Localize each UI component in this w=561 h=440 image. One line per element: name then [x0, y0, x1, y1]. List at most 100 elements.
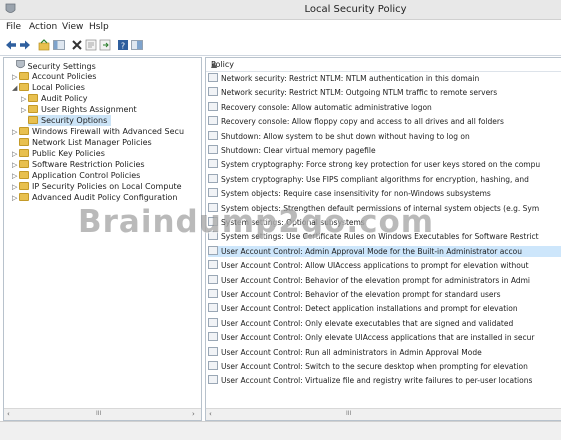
help-icon[interactable]: ? [117, 39, 129, 51]
list-horizontal-scrollbar[interactable]: ‹ III [206, 408, 561, 420]
properties-icon[interactable] [85, 39, 97, 51]
policy-row[interactable]: Recovery console: Allow automatic admini… [208, 101, 561, 113]
folder-icon [19, 193, 29, 201]
collapse-icon[interactable]: ◢ [12, 83, 19, 94]
policy-row[interactable]: User Account Control: Detect application… [208, 303, 561, 314]
policy-name: Recovery console: Allow floppy copy and … [221, 117, 504, 127]
tree-label: Security Options [41, 116, 108, 125]
tree-item-software-restriction[interactable]: ▷ Software Restriction Policies [12, 159, 145, 170]
show-hide-tree-icon[interactable] [53, 39, 65, 51]
tree-label: IP Security Policies on Local Compute [32, 182, 182, 191]
menu-bar: File Action View Hslp [0, 20, 561, 35]
policy-name: Shutdown: Clear virtual memory pagefile [221, 146, 376, 155]
tree-label: Local Policies [32, 83, 85, 92]
policy-row[interactable]: User Account Control: Virtualize file an… [208, 375, 561, 386]
policy-row[interactable]: User Account Control: Admin Approval Mod… [208, 245, 561, 257]
policy-name: Network security: Restrict NTLM: NTLM au… [221, 74, 480, 83]
folder-icon [19, 160, 29, 168]
policy-row[interactable]: Recovery console: Allow floppy copy and … [208, 116, 561, 127]
expand-icon[interactable]: ▷ [12, 127, 19, 138]
policy-icon [208, 361, 218, 370]
policy-name: User Account Control: Switch to the secu… [221, 362, 528, 371]
policy-name: User Account Control: Virtualize file an… [221, 376, 533, 386]
tree-item-audit-policy[interactable]: ▷ Audit Policy [21, 93, 88, 104]
folder-icon [19, 182, 29, 190]
scroll-thumb[interactable]: III [96, 410, 101, 417]
folder-icon [28, 105, 38, 113]
tree-item-advanced-audit[interactable]: ▷ Advanced Audit Policy Configuration [12, 192, 177, 203]
status-bar [0, 421, 561, 440]
policy-name: System cryptography: Force strong key pr… [221, 160, 541, 170]
policy-row[interactable]: Network security: Restrict NTLM: Outgoin… [208, 87, 561, 98]
expand-icon[interactable]: ▷ [21, 105, 28, 116]
policy-name: Recovery console: Allow automatic admini… [221, 102, 432, 112]
scroll-thumb[interactable]: III [346, 410, 351, 417]
tree-item-ip-security[interactable]: ▷ IP Security Policies on Local Compute [12, 181, 182, 192]
policy-icon [208, 274, 218, 284]
policy-icon [208, 73, 218, 82]
policy-row[interactable]: Shutdown: Allow system to be shut down w… [208, 130, 561, 142]
policy-name: User Account Control: Allow UIAccess app… [221, 261, 529, 271]
policy-row[interactable]: System cryptography: Use FIPS compliant … [208, 173, 561, 185]
tree-item-network-list-manager[interactable]: Network List Manager Policies [19, 137, 152, 148]
tree-item-security-options[interactable]: Security Options [28, 115, 112, 126]
tree-label: Windows Firewall with Advanced Secu [32, 127, 185, 136]
policy-row[interactable]: User Account Control: Allow UIAccess app… [208, 260, 561, 271]
tree-item-public-key-policies[interactable]: ▷ Public Key Policies [12, 148, 105, 159]
menu-help[interactable]: Hslp [89, 22, 109, 32]
svg-text:?: ? [121, 42, 125, 51]
policy-row[interactable]: Shutdown: Clear virtual memory pagefile [208, 145, 561, 156]
menu-file[interactable]: File [6, 22, 21, 32]
scroll-left-arrow[interactable]: ‹ [7, 410, 10, 418]
export-list-icon[interactable] [99, 39, 111, 51]
folder-icon [28, 116, 38, 124]
tree-horizontal-scrollbar[interactable]: ‹ III › [4, 408, 201, 420]
tree-item-local-policies[interactable]: ◢ Local Policies [12, 82, 85, 93]
tree-item-application-control[interactable]: ▷ Application Control Policies [12, 170, 140, 181]
policy-icon [208, 346, 218, 356]
policy-icon [208, 116, 218, 126]
scroll-left-arrow[interactable]: ‹ [209, 410, 212, 418]
tree-label: Application Control Policies [32, 171, 141, 180]
scroll-right-arrow[interactable]: › [192, 410, 195, 418]
policy-row[interactable]: User Account Control: Behavior of the el… [208, 274, 561, 286]
policy-name: User Account Control: Detect application… [221, 304, 518, 314]
tree-label: Network List Manager Policies [32, 138, 152, 147]
folder-icon [19, 127, 29, 135]
back-arrow-icon[interactable] [5, 39, 17, 51]
mmc-view-icon[interactable] [131, 39, 143, 51]
policy-name: System objects: Require case insensitivi… [221, 189, 491, 199]
delete-icon[interactable] [71, 39, 83, 51]
policy-name: Network security: Restrict NTLM: Outgoin… [221, 88, 498, 98]
policy-name: User Account Control: Only elevate execu… [221, 318, 514, 328]
tree-item-account-policies[interactable]: ▷ Account Policies [12, 71, 96, 82]
folder-icon [28, 94, 38, 102]
menu-action[interactable]: Action [29, 22, 57, 32]
tree-label: Audit Policy [41, 94, 88, 103]
tree-label: Public Key Policies [32, 149, 105, 158]
forward-arrow-icon[interactable] [19, 39, 31, 51]
menu-view[interactable]: View [62, 22, 83, 32]
policy-row[interactable]: Network security: Restrict NTLM: NTLM au… [208, 73, 561, 84]
policy-row[interactable]: System cryptography: Force strong key pr… [208, 159, 561, 170]
tree-item-security-settings[interactable]: Security Settings [6, 60, 96, 71]
tree-label: Software Restriction Policies [32, 160, 145, 169]
tree-item-windows-firewall[interactable]: ▷ Windows Firewall with Advanced Secu [12, 126, 184, 137]
expand-icon[interactable]: ▷ [12, 193, 19, 204]
policy-row[interactable]: User Account Control: Switch to the secu… [208, 361, 561, 372]
window-title: Local Security Policy [304, 4, 407, 15]
policy-row[interactable]: User Account Control: Behavior of the el… [208, 289, 561, 300]
policy-row[interactable]: User Account Control: Only elevate execu… [208, 317, 561, 329]
up-folder-icon[interactable] [38, 39, 50, 51]
policy-row[interactable]: System objects: Require case insensitivi… [208, 188, 561, 199]
tree-item-user-rights-assignment[interactable]: ▷ User Rights Assignment [21, 104, 137, 115]
policy-row[interactable]: User Account Control: Run all administra… [208, 346, 561, 358]
policy-icon [208, 188, 218, 198]
folder-icon [19, 149, 29, 157]
tree-label: Security Settings [27, 62, 96, 71]
watermark-text: Braindump2go.com [78, 204, 435, 240]
sort-ascending-icon: ▲ [211, 60, 218, 69]
policy-row[interactable]: User Account Control: Only elevate UIAcc… [208, 332, 561, 343]
policy-column-header[interactable]: Policy ▲ [206, 58, 561, 72]
folder-icon [19, 138, 29, 146]
